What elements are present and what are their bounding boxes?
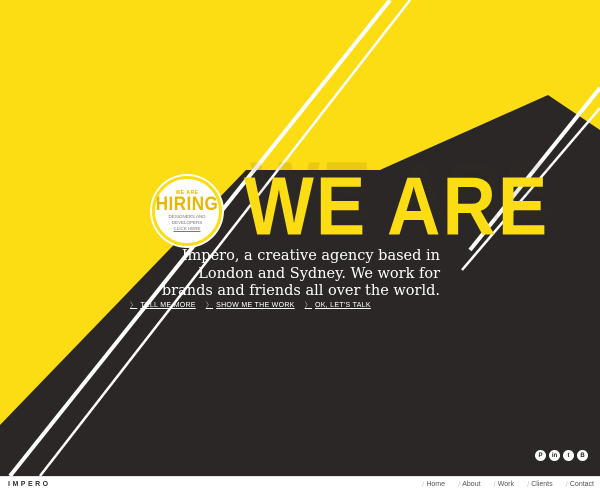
nav-clients[interactable]: / Clients	[527, 480, 553, 489]
behance-icon[interactable]: B	[577, 450, 588, 461]
chevron-right-icon: 〉	[205, 302, 214, 309]
hero-tagline: Impero, a creative agency based in Londo…	[161, 248, 440, 299]
cta-label: SHOW ME THE WORK	[216, 301, 295, 309]
cta-label: TELL ME MORE	[140, 301, 196, 309]
nav-label: Contact	[569, 481, 594, 488]
hero-section: WE ARE WE ARE Impero, a creative agency …	[0, 0, 600, 476]
nav-label: About	[462, 481, 481, 488]
pinterest-icon[interactable]: P	[535, 450, 546, 461]
slash-divider-icon: /	[565, 480, 568, 489]
hiring-badge[interactable]: WE ARE HIRING DESIGNERS AND DEVELOPERS C…	[152, 176, 222, 246]
nav-label: Home	[426, 481, 446, 488]
nav-home[interactable]: / Home	[422, 480, 445, 489]
footer-bar: IMPERO / Home / About / Work / Clients /…	[0, 476, 600, 494]
badge-click-here-link[interactable]: CLICK HERE	[155, 226, 219, 231]
slash-divider-icon: /	[458, 480, 461, 489]
nav-label: Clients	[531, 481, 553, 488]
nav-work[interactable]: / Work	[494, 480, 514, 489]
chevron-right-icon: 〉	[130, 302, 138, 309]
nav-about[interactable]: / About	[458, 480, 481, 489]
tell-me-more-link[interactable]: 〉 TELL ME MORE	[130, 300, 196, 310]
twitter-icon[interactable]: t	[563, 450, 574, 461]
footer-nav: / Home / About / Work / Clients / Contac…	[422, 480, 594, 489]
badge-description: DESIGNERS AND DEVELOPERS	[168, 214, 206, 225]
cta-links: 〉 TELL ME MORE 〉 SHOW ME THE WORK 〉 OK, …	[130, 300, 371, 310]
social-icons: P in t B	[535, 450, 588, 461]
impero-logo[interactable]: IMPERO	[8, 481, 51, 488]
cta-label: OK, LET'S TALK	[314, 301, 371, 309]
slash-divider-icon: /	[493, 480, 496, 489]
show-me-the-work-link[interactable]: 〉 SHOW ME THE WORK	[206, 300, 295, 310]
chevron-right-icon: 〉	[304, 302, 312, 309]
lets-talk-link[interactable]: 〉 OK, LET'S TALK	[305, 300, 371, 310]
linkedin-icon[interactable]: in	[549, 450, 560, 461]
slash-divider-icon: /	[527, 480, 530, 489]
nav-label: Work	[497, 481, 514, 488]
badge-main-text: HIRING	[155, 192, 219, 215]
hero-headline: WE ARE	[244, 159, 550, 253]
nav-contact[interactable]: / Contact	[566, 480, 594, 489]
slash-divider-icon: /	[422, 480, 425, 489]
